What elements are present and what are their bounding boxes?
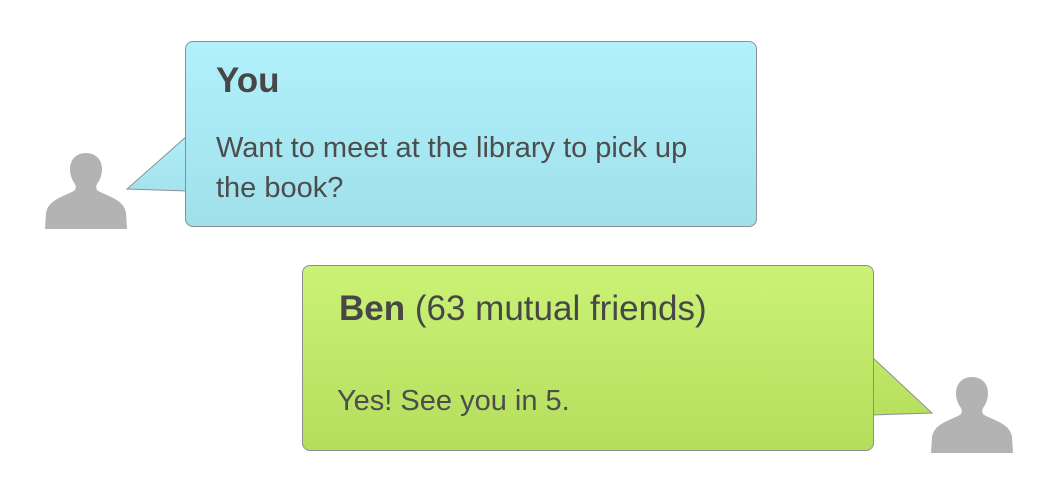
user-silhouette-icon <box>931 377 1013 453</box>
mutual-friends-count: (63 mutual friends) <box>414 289 707 328</box>
ben-message-bubble: Ben (63 mutual friends) Yes! See you in … <box>302 265 874 451</box>
ben-avatar <box>931 375 1013 453</box>
sender-name: Ben (63 mutual friends) <box>339 289 707 329</box>
message-text: Want to meet at the library to pick up t… <box>216 132 688 204</box>
user-silhouette-icon <box>45 153 127 229</box>
sender-name: You <box>216 61 280 100</box>
message-text: Yes! See you in 5. <box>337 385 570 417</box>
you-message-bubble: You Want to meet at the library to pick … <box>185 41 757 227</box>
you-avatar <box>45 151 127 229</box>
sender-name-text: Ben <box>339 289 406 328</box>
